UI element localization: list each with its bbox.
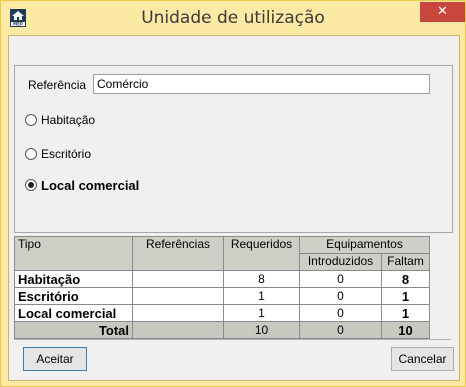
cell-faltam: 1 [381, 304, 430, 322]
table-total-row: Total 10 0 10 [14, 321, 430, 339]
cell-referencias[interactable] [132, 270, 224, 288]
radio-habitacao[interactable]: Habitação [25, 112, 95, 128]
window-title: Unidade de utilização [141, 8, 325, 28]
cell-requeridos: 8 [223, 270, 300, 288]
cell-requeridos: 1 [223, 304, 300, 322]
cell-faltam: 1 [381, 287, 430, 305]
reference-input[interactable] [93, 74, 430, 94]
dialog-body: Referência Habitação Escritório Local co… [8, 35, 460, 381]
table-row[interactable]: Local comercial 1 0 1 [14, 304, 430, 322]
divider [14, 339, 451, 340]
radio-label-habitacao: Habitação [41, 113, 96, 127]
col-header-requeridos: Requeridos [223, 236, 300, 271]
reference-group: Referência Habitação Escritório Local co… [14, 65, 453, 233]
cancel-button[interactable]: Cancelar [391, 347, 454, 371]
cell-requeridos: 1 [223, 287, 300, 305]
total-label: Total [14, 321, 133, 339]
radio-circle-selected[interactable] [25, 179, 37, 191]
radio-circle[interactable] [25, 114, 37, 126]
units-table: Tipo Referências Requeridos Equipamentos… [14, 236, 430, 339]
col-header-referencias: Referências [132, 236, 224, 271]
close-button[interactable]: ✕ [420, 2, 465, 22]
radio-local-comercial[interactable]: Local comercial [25, 177, 139, 193]
cell-introduzidos: 0 [299, 304, 382, 322]
table-header-row: Tipo Referências Requeridos Equipamentos [14, 236, 430, 271]
radio-escritorio[interactable]: Escritório [25, 146, 91, 162]
close-icon: ✕ [437, 4, 448, 19]
total-introduzidos: 0 [299, 321, 382, 339]
ok-button[interactable]: Aceitar [23, 347, 87, 371]
reference-label: Referência [28, 78, 87, 92]
col-header-equipamentos: Equipamentos [299, 236, 430, 254]
title-bar[interactable]: MEP Unidade de utilização ✕ [1, 1, 465, 35]
radio-label-local-comercial: Local comercial [41, 177, 140, 193]
cell-introduzidos: 0 [299, 287, 382, 305]
col-header-tipo: Tipo [14, 236, 133, 271]
table-row[interactable]: Escritório 1 0 1 [14, 287, 430, 305]
cell-introduzidos: 0 [299, 270, 382, 288]
cell-tipo: Habitação [14, 270, 133, 288]
total-requeridos: 10 [223, 321, 300, 339]
table-row[interactable]: Habitação 8 0 8 [14, 270, 430, 288]
cell-referencias[interactable] [132, 287, 224, 305]
cell-faltam: 8 [381, 270, 430, 288]
cell-tipo: Local comercial [14, 304, 133, 322]
radio-circle[interactable] [25, 148, 37, 160]
dialog-window: MEP Unidade de utilização ✕ Referência H… [0, 0, 466, 387]
radio-label-escritorio: Escritório [41, 147, 92, 161]
col-header-introduzidos: Introduzidos [299, 253, 382, 271]
col-header-faltam: Faltam [381, 253, 430, 271]
cell-referencias[interactable] [132, 304, 224, 322]
cell-tipo: Escritório [14, 287, 133, 305]
total-referencias [132, 321, 224, 339]
total-faltam: 10 [381, 321, 430, 339]
